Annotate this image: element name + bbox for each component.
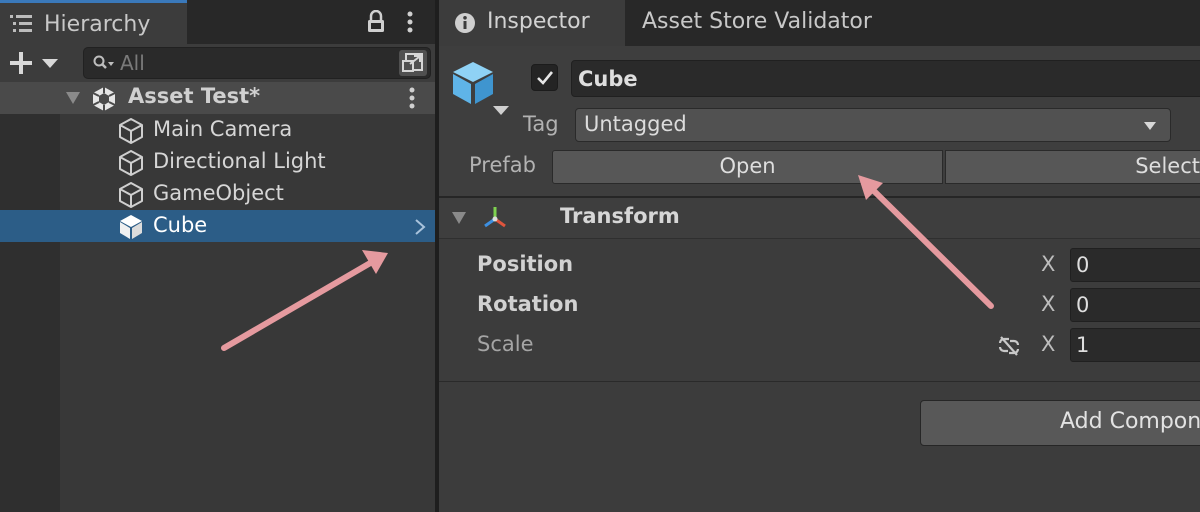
add-component-label: Add Component bbox=[1060, 409, 1200, 434]
rotation-label: Rotation bbox=[477, 292, 579, 316]
prefab-cube-icon bbox=[120, 215, 142, 239]
checkmark-icon bbox=[537, 71, 554, 85]
gameobject-icon bbox=[119, 118, 143, 144]
rotation-x-field[interactable] bbox=[1070, 288, 1200, 322]
position-x-field[interactable] bbox=[1070, 248, 1200, 282]
tag-value: Untagged bbox=[584, 112, 687, 136]
scene-name: Asset Test* bbox=[128, 84, 261, 108]
tab-inspector[interactable]: Inspector bbox=[439, 0, 625, 46]
position-label: Position bbox=[477, 252, 574, 276]
hierarchy-tree: Asset Test* Main Camera Directional Ligh… bbox=[0, 82, 435, 512]
prefab-select-button[interactable]: Select bbox=[945, 150, 1200, 184]
unlink-icon[interactable] bbox=[996, 335, 1022, 357]
unity-scene-icon bbox=[92, 87, 116, 111]
inspector-tab-bar: Inspector Asset Store Validator bbox=[439, 0, 1200, 46]
hierarchy-item-gameobject[interactable]: GameObject bbox=[0, 178, 435, 210]
hierarchy-item-label: Main Camera bbox=[153, 117, 293, 141]
inspector-tab-label: Inspector bbox=[487, 9, 590, 34]
divider bbox=[439, 238, 1200, 239]
gameobject-icon bbox=[119, 182, 143, 208]
dropdown-arrow-icon bbox=[1144, 122, 1156, 130]
position-x-axis-label[interactable]: X bbox=[1041, 252, 1055, 276]
hierarchy-item-label: Directional Light bbox=[153, 149, 326, 173]
hierarchy-item-directional-light[interactable]: Directional Light bbox=[0, 146, 435, 178]
transform-axes-icon bbox=[484, 207, 506, 228]
triangle-down-icon[interactable] bbox=[451, 211, 467, 225]
transform-component-header[interactable]: Transform bbox=[439, 198, 1200, 238]
object-name-field[interactable] bbox=[571, 60, 1200, 97]
prefab-label: Prefab bbox=[469, 153, 536, 177]
list-icon bbox=[10, 15, 32, 32]
tag-dropdown[interactable]: Untagged bbox=[575, 108, 1171, 142]
scale-x-field[interactable] bbox=[1070, 328, 1200, 362]
hierarchy-panel: Hierarchy All Asset Test* Main Camera Di… bbox=[0, 0, 435, 512]
prefab-select-label: Select bbox=[1135, 154, 1200, 178]
kebab-menu-icon[interactable] bbox=[403, 11, 417, 33]
search-box[interactable] bbox=[83, 47, 431, 79]
prefab-open-label: Open bbox=[719, 154, 776, 178]
tag-label: Tag bbox=[523, 112, 559, 136]
gameobject-icon bbox=[119, 150, 143, 176]
hierarchy-item-cube[interactable]: Cube bbox=[0, 210, 435, 242]
object-header: Tag Untagged Prefab Open Select bbox=[439, 46, 1200, 196]
search-icon bbox=[93, 55, 114, 69]
lock-icon[interactable] bbox=[366, 10, 386, 34]
tab-hierarchy[interactable]: Hierarchy bbox=[0, 0, 187, 44]
scene-row[interactable]: Asset Test* bbox=[0, 82, 435, 114]
hierarchy-tab-bar: Hierarchy bbox=[0, 0, 435, 44]
active-checkbox[interactable] bbox=[531, 64, 558, 91]
add-component-button[interactable]: Add Component bbox=[920, 400, 1200, 446]
prefab-cube-icon[interactable] bbox=[451, 60, 511, 116]
validator-tab-label: Asset Store Validator bbox=[642, 9, 872, 34]
chevron-right-icon[interactable] bbox=[413, 218, 427, 236]
position-row: Position X bbox=[439, 247, 1200, 285]
hierarchy-tab-label: Hierarchy bbox=[44, 12, 151, 37]
prefab-open-button[interactable]: Open bbox=[552, 150, 943, 184]
hierarchy-item-label: GameObject bbox=[153, 181, 284, 205]
divider bbox=[439, 381, 1200, 382]
search-input[interactable] bbox=[120, 50, 390, 76]
hierarchy-item-main-camera[interactable]: Main Camera bbox=[0, 114, 435, 146]
add-plus-dropdown-icon[interactable] bbox=[10, 52, 60, 74]
info-icon bbox=[455, 13, 475, 33]
scale-row: Scale X bbox=[439, 327, 1200, 365]
rotation-x-axis-label[interactable]: X bbox=[1041, 292, 1055, 316]
rotation-row: Rotation X bbox=[439, 287, 1200, 325]
kebab-menu-icon[interactable] bbox=[405, 87, 419, 109]
triangle-down-icon[interactable] bbox=[65, 91, 81, 105]
hierarchy-item-label: Cube bbox=[153, 213, 208, 237]
search-scope-icon[interactable] bbox=[399, 50, 427, 76]
inspector-panel: Inspector Asset Store Validator Tag Unta… bbox=[439, 0, 1200, 512]
hierarchy-toolbar bbox=[0, 44, 435, 82]
transform-title: Transform bbox=[560, 204, 680, 228]
tab-asset-store-validator[interactable]: Asset Store Validator bbox=[625, 0, 925, 46]
scale-x-axis-label[interactable]: X bbox=[1041, 332, 1055, 356]
scale-label: Scale bbox=[477, 332, 534, 356]
